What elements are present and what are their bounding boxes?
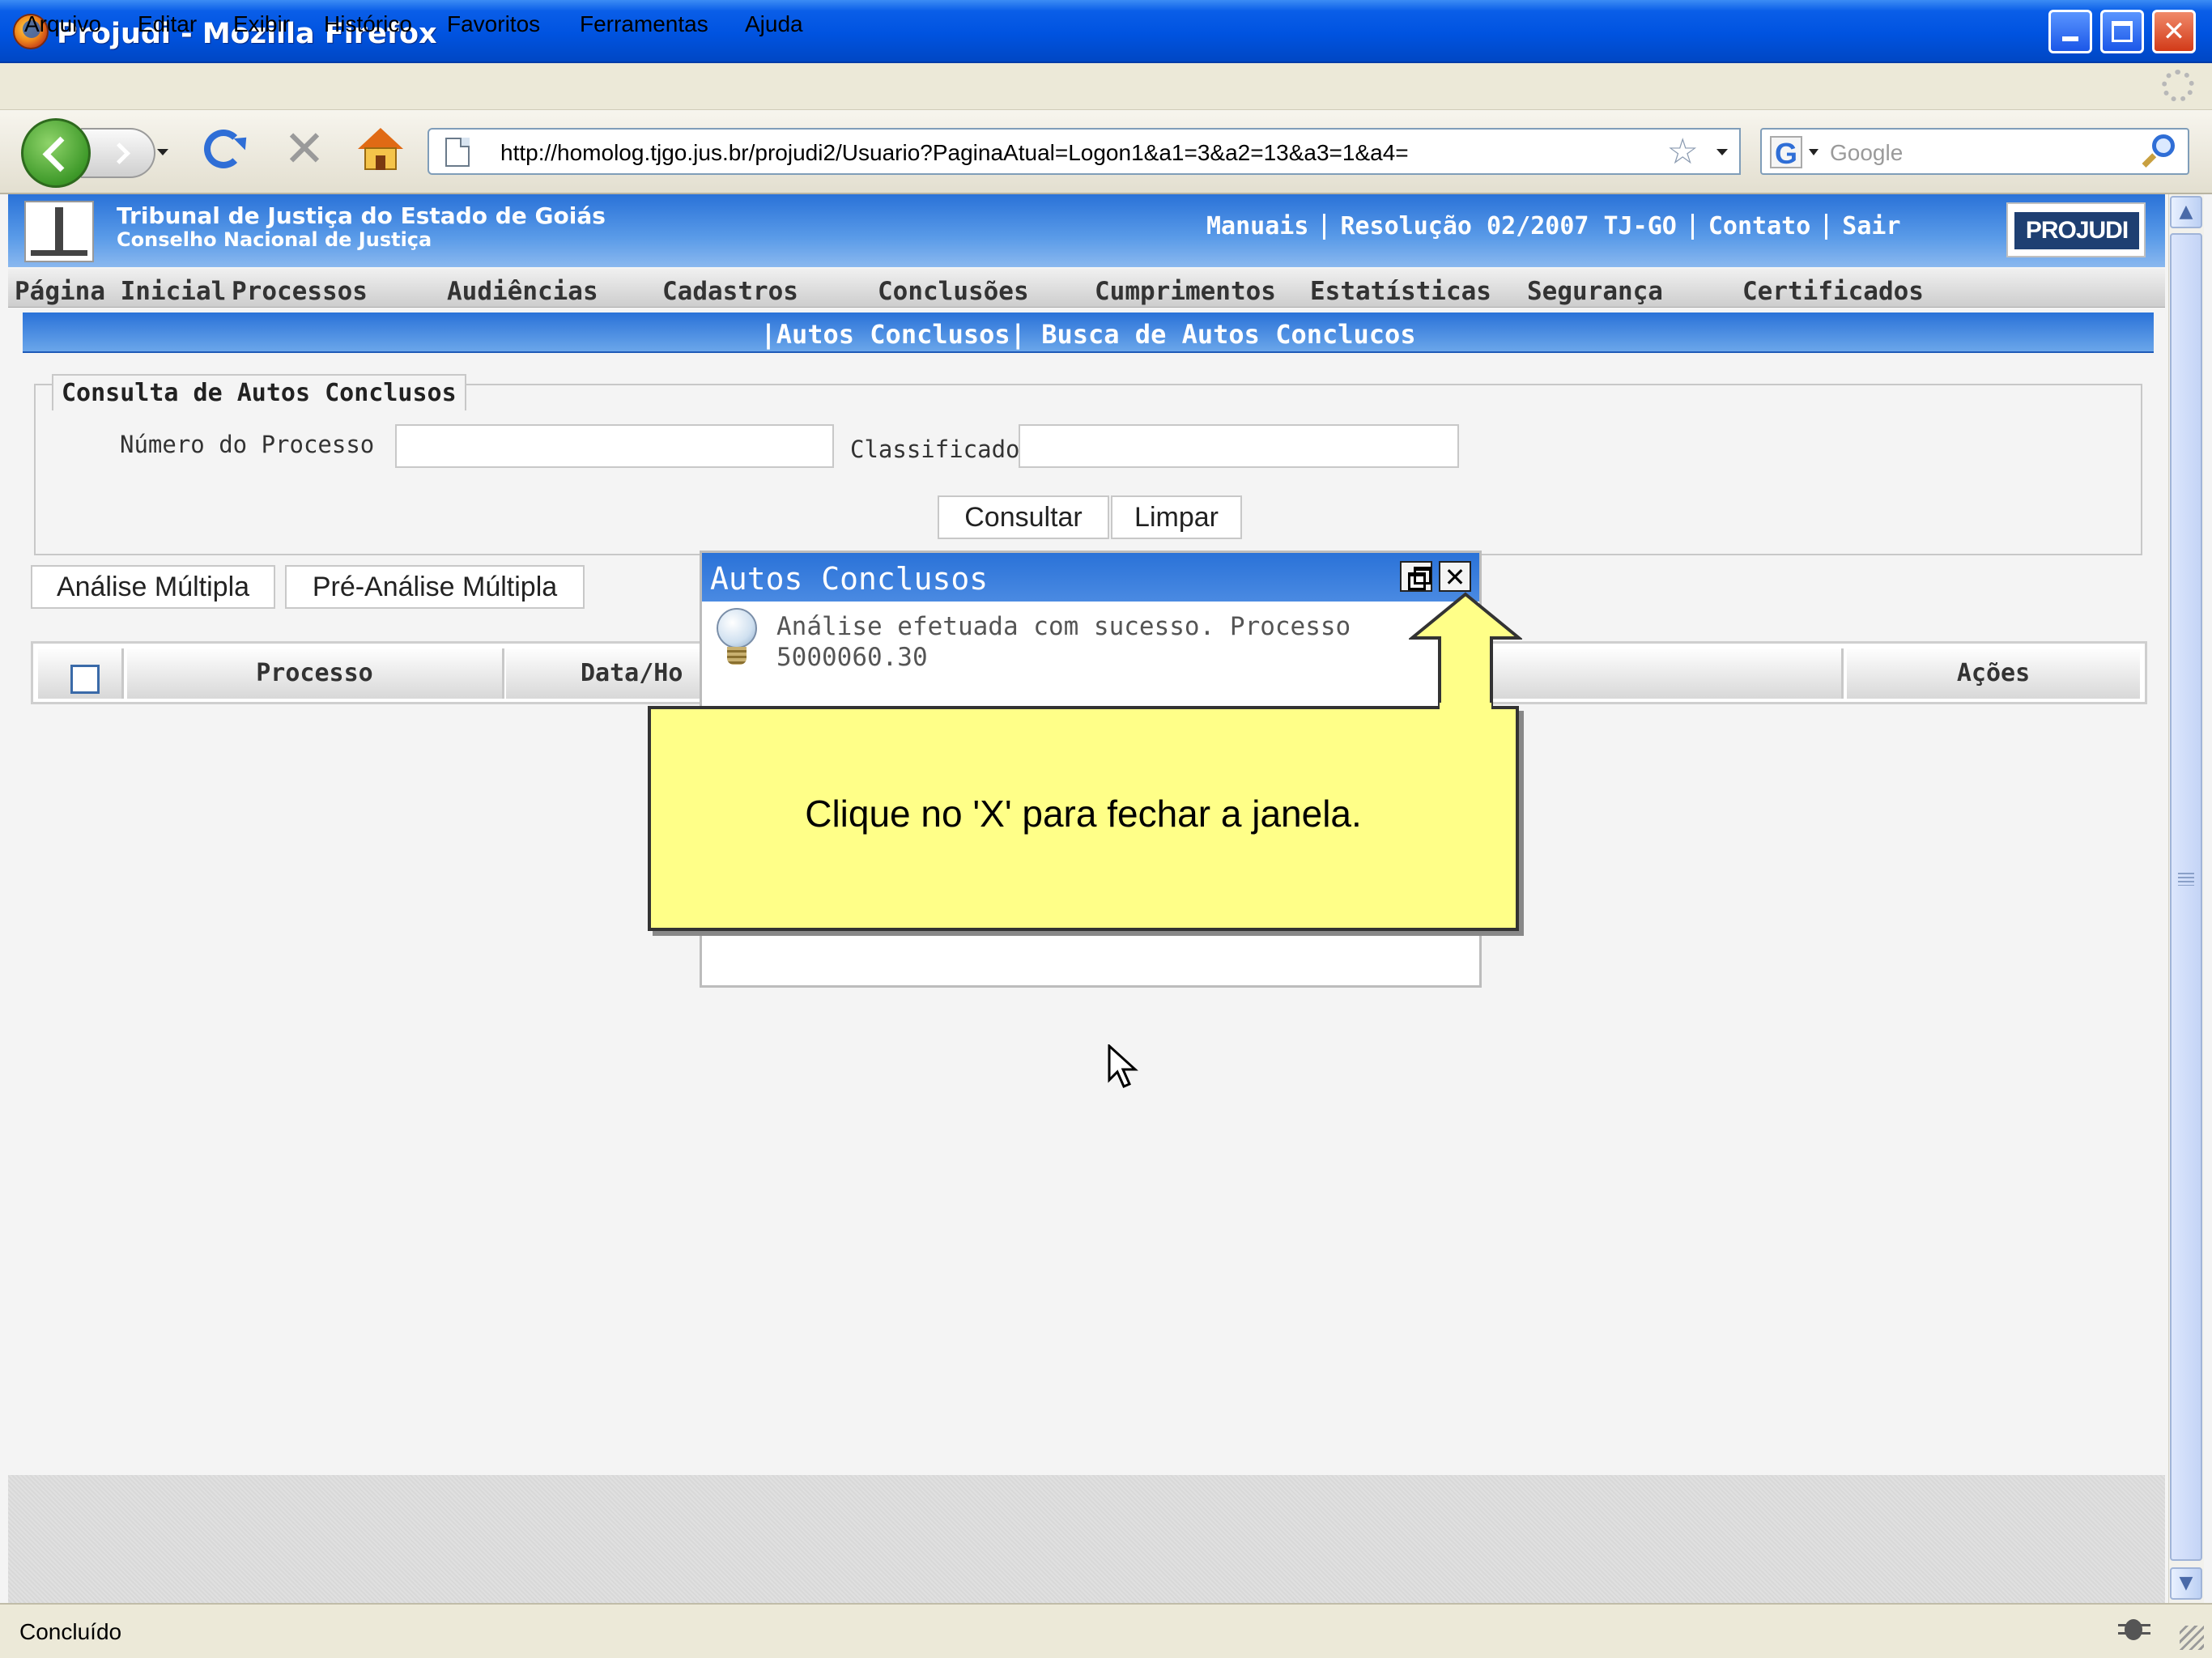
back-button[interactable] xyxy=(21,118,91,188)
menu-bar xyxy=(0,63,2212,110)
menu-favoritos[interactable]: Favoritos xyxy=(447,11,540,37)
institution-subtitle: Conselho Nacional de Justiça xyxy=(117,228,432,251)
consultar-button[interactable]: Consultar xyxy=(938,495,1109,539)
scroll-up-icon[interactable]: ▲ xyxy=(2170,196,2202,228)
tutorial-callout: Clique no 'X' para fechar a janela. xyxy=(648,706,1519,931)
popup-message-line2: 5000060.30 xyxy=(776,643,928,672)
institution-logo xyxy=(24,201,94,262)
link-sair[interactable]: Sair xyxy=(1842,212,1900,240)
close-window-button[interactable]: ✕ xyxy=(2152,10,2196,53)
popup-close-icon[interactable]: ✕ xyxy=(1439,561,1471,592)
link-separator xyxy=(1825,213,1828,240)
search-input[interactable]: Google xyxy=(1830,140,1903,166)
popup-title-bar: Autos Conclusos ✕ xyxy=(702,553,1479,602)
popup-message-line1: Análise efetuada com sucesso. Processo xyxy=(776,612,1351,641)
institution-name: Tribunal de Justiça do Estado de Goiás xyxy=(117,202,606,229)
home-door xyxy=(376,155,385,170)
search-icon-lens xyxy=(2152,134,2175,157)
numero-processo-input[interactable] xyxy=(395,424,834,468)
select-all-header xyxy=(38,648,124,699)
nav-certificados[interactable]: Certificados xyxy=(1742,277,1924,306)
home-icon[interactable] xyxy=(358,128,403,172)
page-bottom-area xyxy=(8,1475,2165,1603)
classificador-label: Classificador xyxy=(850,436,1034,463)
section-header: |Autos Conclusos| Busca de Autos Concluc… xyxy=(23,312,2154,353)
maximize-button[interactable] xyxy=(2100,10,2144,53)
nav-pagina-inicial[interactable]: Página Inicial xyxy=(15,277,226,306)
menu-editar[interactable]: Editar xyxy=(138,11,197,37)
nav-audiencias[interactable]: Audiências xyxy=(447,277,598,306)
link-manuais[interactable]: Manuais xyxy=(1206,212,1308,240)
fieldset-legend: Consulta de Autos Conclusos xyxy=(52,374,466,410)
minimize-button[interactable] xyxy=(2048,10,2092,53)
minimize-icon xyxy=(2062,36,2078,41)
popup-title: Autos Conclusos xyxy=(710,561,989,597)
url-bar[interactable]: http://homolog.tjgo.jus.br/projudi2/Usua… xyxy=(428,128,1741,175)
analise-multipla-button[interactable]: Análise Múltipla xyxy=(31,565,275,609)
search-icon-handle xyxy=(2142,153,2157,168)
header-data-hora[interactable]: Data/Ho xyxy=(506,648,717,699)
select-all-checkbox[interactable] xyxy=(70,665,100,694)
home-roof xyxy=(358,128,403,149)
section-title: |Autos Conclusos| Busca de Autos Concluc… xyxy=(760,319,1416,350)
close-icon: ✕ xyxy=(2162,15,2186,48)
link-separator xyxy=(1691,213,1694,240)
menu-exibir[interactable]: Exibir xyxy=(233,11,290,37)
page-icon xyxy=(445,138,470,167)
pre-analise-multipla-button[interactable]: Pré-Análise Múltipla xyxy=(285,565,585,609)
projudi-logo-text: PROJUDI xyxy=(2014,212,2139,249)
reload-icon[interactable] xyxy=(204,130,243,168)
stop-icon[interactable]: ✕ xyxy=(282,124,327,174)
link-separator xyxy=(1323,213,1326,240)
top-links: Manuais Resolução 02/2007 TJ-GO Contato … xyxy=(1206,212,1901,240)
resize-grip-icon[interactable] xyxy=(2180,1626,2204,1650)
callout-arrow-joint xyxy=(1440,703,1491,712)
nav-processos[interactable]: Processos xyxy=(232,277,368,306)
status-bar: Concluído xyxy=(0,1603,2212,1658)
bug-body xyxy=(2125,1619,2142,1640)
history-dropdown-icon[interactable] xyxy=(157,149,168,155)
popup-message: Análise efetuada com sucesso. Processo 5… xyxy=(776,611,1392,673)
callout-text: Clique no 'X' para fechar a janela. xyxy=(805,793,1362,835)
header-acoes: Ações xyxy=(1847,648,2140,699)
nav-cumprimentos[interactable]: Cumprimentos xyxy=(1095,277,1276,306)
classificador-input[interactable] xyxy=(1019,424,1459,468)
numero-processo-label: Número do Processo xyxy=(120,431,375,458)
link-contato[interactable]: Contato xyxy=(1708,212,1810,240)
google-engine-icon[interactable]: G xyxy=(1770,136,1802,170)
nav-estatisticas[interactable]: Estatísticas xyxy=(1310,277,1491,306)
throbber-icon xyxy=(2162,70,2194,102)
firebug-icon[interactable] xyxy=(2116,1611,2152,1647)
lightbulb-icon xyxy=(715,608,759,670)
nav-seguranca[interactable]: Segurança xyxy=(1527,277,1663,306)
nav-cadastros[interactable]: Cadastros xyxy=(662,277,798,306)
popup-restore-icon[interactable] xyxy=(1400,561,1432,592)
limpar-button[interactable]: Limpar xyxy=(1111,495,1242,539)
bookmark-star-icon[interactable]: ☆ xyxy=(1667,133,1699,172)
status-text: Concluído xyxy=(19,1619,122,1644)
lightbulb-glass xyxy=(717,608,757,648)
nav-conclusoes[interactable]: Conclusões xyxy=(878,277,1029,306)
scroll-down-icon[interactable]: ▼ xyxy=(2170,1567,2202,1600)
menu-arquivo[interactable]: Arquivo xyxy=(24,11,101,37)
mouse-cursor-icon xyxy=(1108,1044,1138,1088)
search-bar[interactable]: G Google xyxy=(1760,128,2189,175)
scroll-grip-icon xyxy=(2178,873,2194,886)
menu-historico[interactable]: Histórico xyxy=(324,11,412,37)
maximize-icon xyxy=(2112,21,2133,42)
menu-ajuda[interactable]: Ajuda xyxy=(745,11,803,37)
link-resolucao[interactable]: Resolução 02/2007 TJ-GO xyxy=(1340,212,1676,240)
engine-dropdown-icon[interactable] xyxy=(1809,149,1819,155)
menu-ferramentas[interactable]: Ferramentas xyxy=(580,11,708,37)
header-processo[interactable]: Processo xyxy=(127,648,504,699)
forward-button[interactable] xyxy=(81,128,155,178)
search-icon[interactable] xyxy=(2142,134,2175,170)
projudi-logo: PROJUDI xyxy=(2006,202,2146,257)
url-text[interactable]: http://homolog.tjgo.jus.br/projudi2/Usua… xyxy=(500,140,1409,166)
url-dropdown-icon[interactable] xyxy=(1716,149,1728,155)
callout-arrow-icon xyxy=(1409,592,1522,712)
lightbulb-base xyxy=(727,647,747,665)
scroll-thumb[interactable] xyxy=(2170,233,2202,1561)
